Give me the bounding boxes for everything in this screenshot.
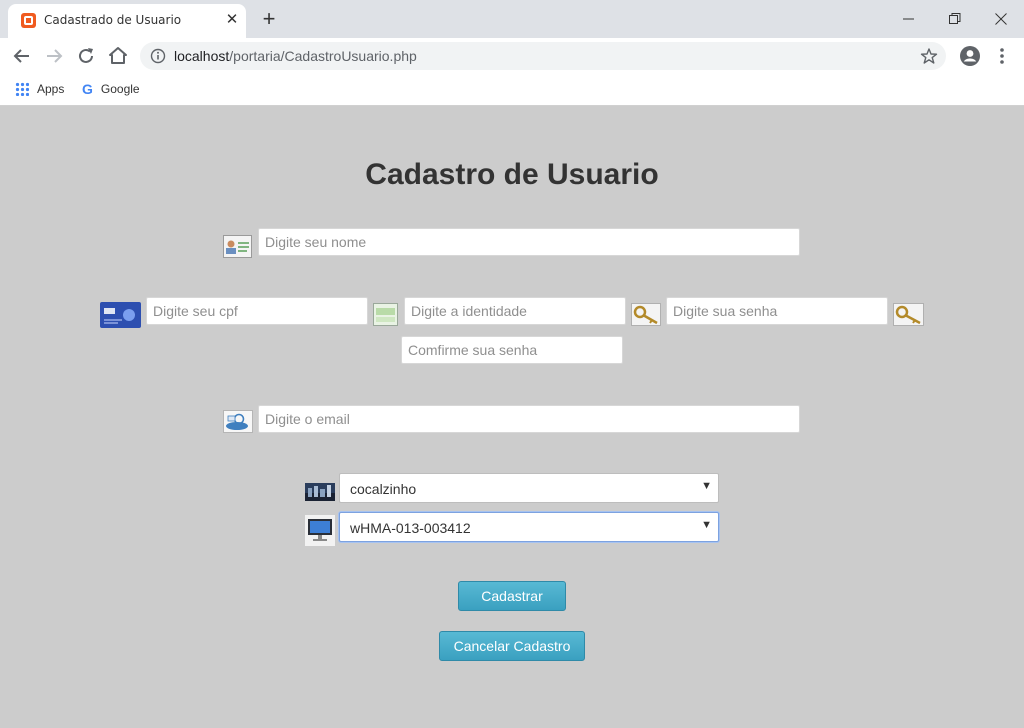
email-icon — [223, 410, 253, 433]
url-path: /portaria/CadastroUsuario.php — [229, 48, 417, 64]
page-title: Cadastro de Usuario — [365, 158, 659, 191]
senha-input[interactable] — [666, 297, 888, 325]
apps-grid-icon — [15, 81, 29, 96]
cpf-card-icon — [100, 302, 141, 328]
bookmark-label: Google — [100, 82, 140, 96]
url-text: localhost/portaria/CadastroUsuario.php — [174, 48, 417, 64]
xampp-favicon-icon — [21, 13, 36, 28]
reload-button[interactable] — [75, 45, 97, 67]
identity-document-icon — [373, 303, 398, 326]
email-input[interactable] — [258, 405, 800, 433]
forward-button[interactable] — [43, 45, 65, 67]
minimize-icon — [903, 18, 914, 20]
bookmark-label: Apps — [37, 81, 65, 96]
bookmark-star-icon[interactable] — [920, 47, 938, 65]
restore-icon — [949, 13, 961, 24]
info-icon[interactable] — [150, 48, 166, 64]
close-window-button[interactable] — [986, 8, 1016, 30]
tab-strip: Cadastrado de Usuario ✕ + — [0, 0, 1024, 38]
bookmark-google[interactable]: G Google — [82, 81, 140, 99]
tab-title: Cadastrado de Usuario — [44, 13, 182, 27]
browser-tab[interactable]: Cadastrado de Usuario ✕ — [8, 4, 246, 38]
reload-icon — [79, 48, 93, 63]
home-button[interactable] — [107, 45, 129, 67]
maquina-select-value: wHMA-013-003412 — [350, 520, 471, 536]
nome-input[interactable] — [258, 228, 800, 256]
identidade-input[interactable] — [404, 297, 626, 325]
home-icon — [109, 47, 127, 64]
address-bar[interactable]: localhost/portaria/CadastroUsuario.php — [140, 42, 946, 70]
forward-arrow-icon — [47, 49, 63, 63]
key-icon — [631, 303, 661, 326]
google-icon: G — [82, 81, 93, 97]
cancelar-cadastro-button[interactable]: Cancelar Cadastro — [439, 631, 585, 661]
key-icon — [893, 303, 924, 326]
bookmarks-bar: Apps G Google — [0, 74, 1024, 106]
chevron-down-icon: ▼ — [701, 519, 712, 531]
new-tab-button[interactable]: + — [258, 8, 280, 30]
browser-toolbar: localhost/portaria/CadastroUsuario.php — [0, 38, 1024, 74]
maquina-select[interactable]: wHMA-013-003412 ▼ — [339, 512, 719, 542]
profile-avatar-icon[interactable] — [959, 45, 981, 67]
minimize-button[interactable] — [894, 8, 924, 30]
bookmark-apps[interactable]: Apps — [15, 81, 64, 99]
city-skyline-icon — [305, 483, 335, 501]
computer-icon — [305, 515, 335, 546]
cpf-input[interactable] — [146, 297, 368, 325]
id-card-icon — [223, 235, 252, 258]
close-icon — [995, 13, 1007, 25]
url-host: localhost — [174, 48, 230, 64]
confirmar-senha-input[interactable] — [401, 336, 623, 364]
cadastrar-button[interactable]: Cadastrar — [458, 581, 566, 611]
tab-close-icon[interactable]: ✕ — [222, 10, 242, 30]
local-select[interactable]: cocalzinho ▼ — [339, 473, 719, 503]
back-button[interactable] — [11, 45, 33, 67]
more-menu-icon[interactable] — [994, 45, 1010, 67]
local-select-value: cocalzinho — [350, 481, 417, 497]
chevron-down-icon: ▼ — [701, 480, 712, 492]
restore-button[interactable] — [940, 8, 970, 30]
back-arrow-icon — [13, 49, 29, 63]
